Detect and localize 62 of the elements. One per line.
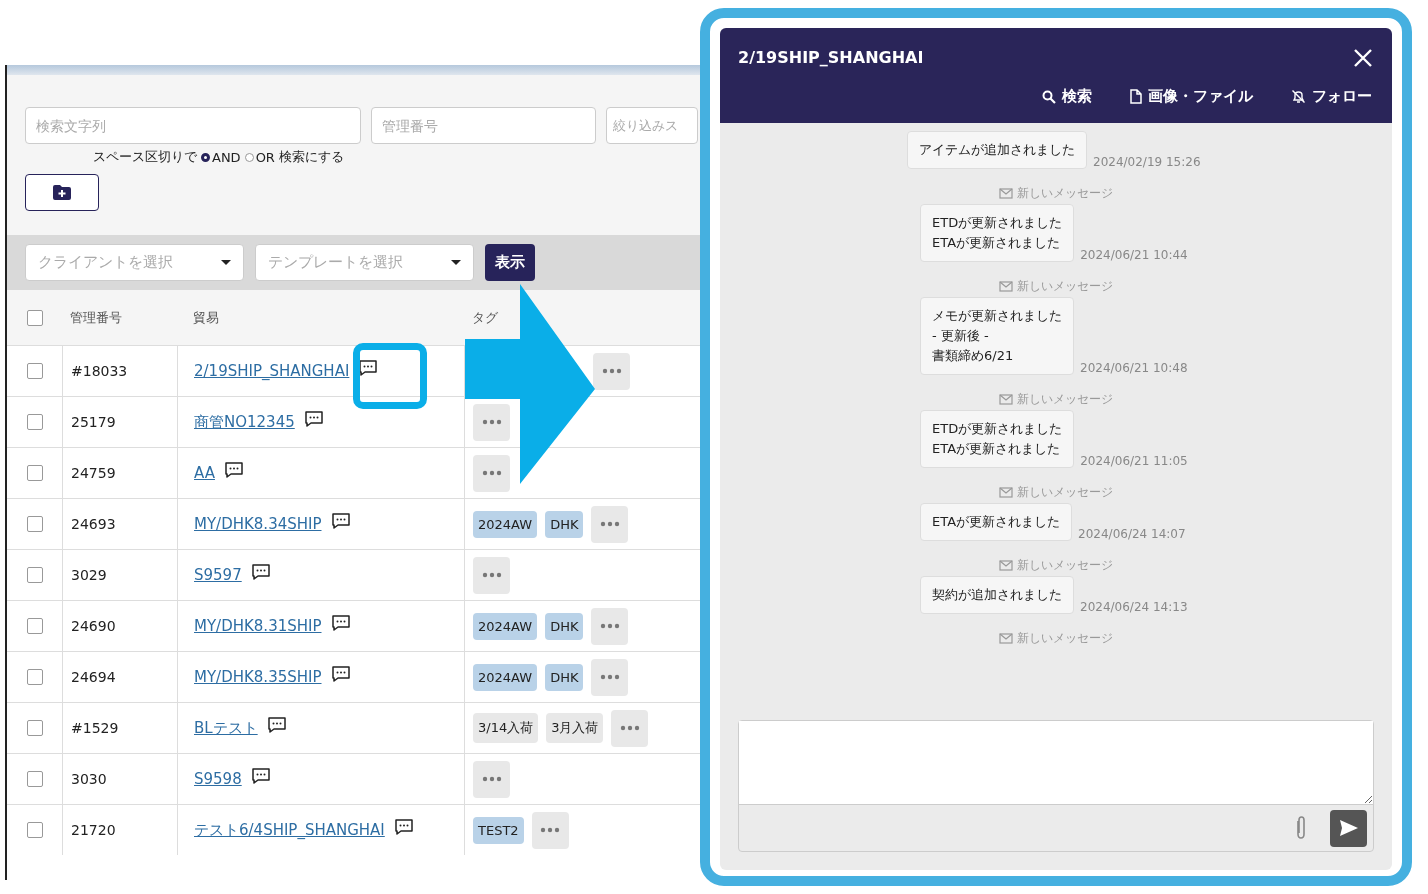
tag: 2024AW <box>473 612 538 640</box>
toolbar-button[interactable]: 画像・ファイル <box>1130 87 1253 106</box>
divider-label: 新しいメッセージ <box>1017 484 1113 501</box>
tag: 3月入荷 <box>546 713 604 743</box>
trade-link[interactable]: 商管NO12345 <box>194 412 295 432</box>
search-field[interactable]: 絞り込みス <box>606 107 698 144</box>
chat-title: 2/19SHIP_SHANGHAI <box>738 48 924 67</box>
trade-link[interactable]: AA <box>194 464 215 482</box>
tag: 2024AW <box>473 663 538 691</box>
search-field[interactable]: 管理番号 <box>371 107 596 144</box>
table-cell: 24690 <box>71 618 116 634</box>
message-bubble: ETAが更新されました <box>920 503 1073 541</box>
radio-option[interactable]: OR <box>244 149 275 165</box>
table-cell: 3029 <box>71 567 107 583</box>
table-cell: #18033 <box>71 363 128 379</box>
message-time: 2024/06/21 11:05 <box>1080 454 1188 468</box>
table-cell: 24694 <box>71 669 116 685</box>
toolbar-button[interactable]: 検索 <box>1042 87 1092 106</box>
message-bubble: ETDが更新されました ETAが更新されました <box>920 204 1075 262</box>
trade-link[interactable]: BLテスト <box>194 718 258 738</box>
column-header: タグ <box>472 308 498 327</box>
show-button[interactable]: 表示 <box>485 244 535 281</box>
table-cell: #1529 <box>71 720 119 736</box>
message-time: 2024/06/24 14:07 <box>1078 527 1186 541</box>
table-cell: 21720 <box>71 822 116 838</box>
mode-label: 検索にする <box>278 148 344 166</box>
trade-link[interactable]: MY/DHK8.31SHIP <box>194 617 322 635</box>
search-field[interactable]: 検索文字列 <box>25 107 361 144</box>
message-time: 2024/02/19 15:26 <box>1093 155 1201 169</box>
divider-label: 新しいメッセージ <box>1017 630 1113 647</box>
divider-label: 新しいメッセージ <box>1017 557 1113 574</box>
tag: 3/14入荷 <box>473 713 539 743</box>
tag: DHK <box>545 510 584 538</box>
message-bubble: 契約が追加されました <box>920 576 1074 614</box>
divider-label: 新しいメッセージ <box>1017 391 1113 408</box>
mode-label: スペース区切りで <box>93 148 197 166</box>
tag: DHK <box>545 663 584 691</box>
column-header: 貿易 <box>193 308 219 327</box>
table-cell: 24693 <box>71 516 116 532</box>
message-bubble: アイテムが追加されました <box>907 131 1087 169</box>
message-time: 2024/06/21 10:48 <box>1080 361 1188 375</box>
message-bubble: ETDが更新されました ETAが更新されました <box>920 410 1075 468</box>
radio-option[interactable]: AND <box>201 149 241 165</box>
column-header: 管理番号 <box>70 308 122 327</box>
divider-label: 新しいメッセージ <box>1017 278 1113 295</box>
trade-link[interactable]: S9598 <box>194 770 242 788</box>
message-time: 2024/06/24 14:13 <box>1080 600 1188 614</box>
tag: TEST2 <box>473 816 524 844</box>
tag: 2024AW <box>473 510 538 538</box>
table-cell: 3030 <box>71 771 107 787</box>
table-cell: 24759 <box>71 465 116 481</box>
trade-link[interactable]: テスト6/4SHIP_SHANGHAI <box>194 820 385 840</box>
message-time: 2024/06/21 10:44 <box>1080 248 1188 262</box>
divider-label: 新しいメッセージ <box>1017 185 1113 202</box>
table-cell: 25179 <box>71 414 116 430</box>
trade-link[interactable]: MY/DHK8.35SHIP <box>194 668 322 686</box>
toolbar-button[interactable]: フォロー <box>1291 87 1372 106</box>
trade-link[interactable]: S9597 <box>194 566 242 584</box>
tag: DHK <box>545 612 584 640</box>
trade-link[interactable]: MY/DHK8.34SHIP <box>194 515 322 533</box>
trade-link[interactable]: 2/19SHIP_SHANGHAI <box>194 362 350 380</box>
message-bubble: メモが更新されました - 更新後 - 書類締め6/21 <box>920 297 1074 375</box>
